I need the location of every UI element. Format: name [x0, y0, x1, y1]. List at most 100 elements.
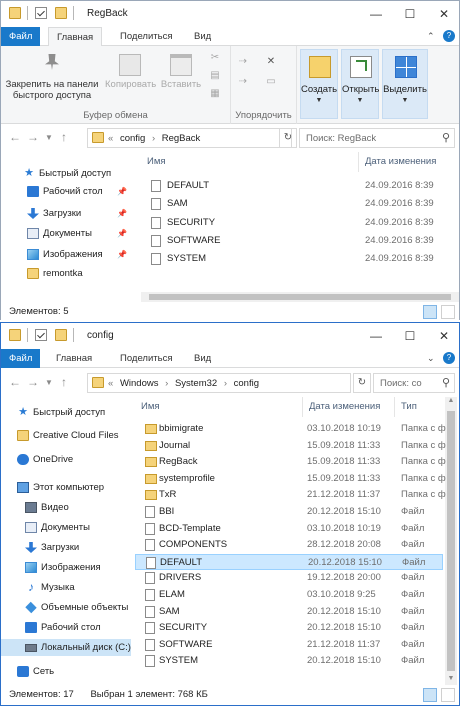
details-view-icon[interactable] [423, 688, 437, 702]
tab-view[interactable]: Вид [186, 27, 219, 46]
tab-home[interactable]: Главная [48, 349, 100, 368]
address-bar[interactable]: « config › RegBack [87, 128, 292, 148]
tab-file[interactable]: Файл [1, 27, 41, 46]
file-row[interactable]: Journal 15.09.2018 11:33 Папка с ф [135, 438, 446, 454]
nav-item[interactable]: Загрузки 📌 [1, 205, 131, 222]
minimize-button[interactable]: — [359, 323, 393, 349]
pin-quick-access-button[interactable]: Закрепить на панели быстрого доступа [5, 54, 99, 101]
tab-view[interactable]: Вид [186, 349, 219, 368]
help-icon[interactable]: ? [443, 30, 455, 42]
nav-item[interactable]: ★ Быстрый доступ [1, 165, 131, 182]
file-row[interactable]: SECURITY 20.12.2018 15:10 Файл [135, 620, 443, 636]
vertical-scrollbar[interactable]: ▲ ▼ [445, 397, 457, 685]
close-button[interactable]: ✕ [427, 323, 459, 349]
file-row[interactable]: TxR 21.12.2018 11:37 Папка с ф [135, 487, 446, 503]
expand-ribbon-icon[interactable]: ⌄ [427, 353, 435, 364]
chevron-right-icon[interactable]: › [152, 133, 155, 144]
column-name[interactable]: Имя [135, 397, 303, 417]
minimize-button[interactable]: — [359, 1, 393, 27]
properties-icon[interactable] [35, 7, 47, 19]
up-icon[interactable]: ↑ [61, 130, 67, 144]
breadcrumb-overflow[interactable]: « [108, 133, 113, 144]
scroll-up-icon[interactable]: ▲ [445, 397, 457, 404]
column-date[interactable]: Дата изменения [303, 397, 395, 417]
pin-icon[interactable]: 📌 [117, 225, 127, 242]
horizontal-scrollbar[interactable] [141, 292, 459, 302]
refresh-icon[interactable]: ↻ [353, 373, 371, 393]
nav-item[interactable]: ★ Быстрый доступ [1, 404, 131, 421]
chevron-right-icon[interactable]: › [165, 378, 168, 389]
nav-item[interactable]: Объемные объекты [1, 599, 131, 616]
create-button[interactable]: Создать ▼ [300, 49, 338, 119]
file-row[interactable]: RegBack 15.09.2018 11:33 Папка с ф [135, 454, 446, 470]
open-button[interactable]: Открыть ▼ [341, 49, 379, 119]
column-name[interactable]: Имя [141, 152, 359, 172]
nav-item[interactable]: Creative Cloud Files [1, 427, 131, 444]
help-icon[interactable]: ? [443, 352, 455, 364]
breadcrumb-config[interactable]: config [120, 133, 145, 144]
nav-item[interactable]: Документы 📌 [1, 225, 131, 242]
file-row[interactable]: bbimigrate 03.10.2018 10:19 Папка с ф [135, 421, 446, 437]
file-row[interactable]: BBI 20.12.2018 15:10 Файл [135, 504, 443, 520]
collapse-ribbon-icon[interactable]: ⌃ [427, 31, 435, 42]
breadcrumb-config[interactable]: config [234, 378, 259, 389]
properties-icon[interactable] [35, 329, 47, 341]
tab-file[interactable]: Файл [1, 349, 41, 368]
file-row[interactable]: DEFAULT 20.12.2018 15:10 Файл [135, 553, 443, 570]
file-row[interactable]: DRIVERS 19.12.2018 20:00 Файл [135, 570, 443, 586]
select-button[interactable]: Выделить ▼ [382, 49, 428, 119]
nav-item[interactable]: OneDrive [1, 451, 131, 468]
file-row[interactable]: BCD-Template 03.10.2018 10:19 Файл [135, 521, 443, 537]
copy-to-icon[interactable]: ⇢ [237, 76, 249, 88]
tab-home[interactable]: Главная [48, 27, 103, 47]
breadcrumb-system32[interactable]: System32 [175, 378, 217, 389]
cut-icon[interactable]: ✂ [209, 52, 221, 64]
pin-icon[interactable]: 📌 [117, 205, 127, 222]
breadcrumb-windows[interactable]: Windows [120, 378, 159, 389]
breadcrumb-regback[interactable]: RegBack [162, 133, 201, 144]
nav-item[interactable]: Сеть [1, 663, 131, 680]
recent-chevron-icon[interactable]: ▼ [45, 133, 53, 142]
file-row[interactable]: SOFTWARE 21.12.2018 11:37 Файл [135, 637, 443, 653]
file-row[interactable]: ELAM 03.10.2018 9:25 Файл [135, 587, 443, 603]
nav-item[interactable]: Изображения 📌 [1, 246, 131, 263]
nav-item[interactable]: Документы [1, 519, 131, 536]
file-row[interactable]: systemprofile 15.09.2018 11:33 Папка с ф [135, 471, 446, 487]
forward-icon[interactable]: → [27, 375, 39, 389]
scrollbar-thumb[interactable] [149, 294, 451, 300]
column-date[interactable]: Дата изменения [359, 152, 459, 172]
maximize-button[interactable]: ☐ [393, 323, 427, 349]
file-row[interactable]: SYSTEM 24.09.2016 8:39 [141, 251, 451, 267]
scroll-down-icon[interactable]: ▼ [445, 675, 457, 682]
scrollbar-thumb[interactable] [447, 411, 455, 671]
address-bar[interactable]: « Windows › System32 › config [87, 373, 351, 393]
tab-share[interactable]: Поделиться [112, 349, 180, 368]
nav-item[interactable]: Этот компьютер [1, 479, 131, 496]
copy-path-icon[interactable]: ▤ [209, 70, 221, 82]
maximize-button[interactable]: ☐ [393, 1, 427, 27]
breadcrumb-overflow[interactable]: « [108, 378, 113, 389]
tab-share[interactable]: Поделиться [112, 27, 180, 46]
file-row[interactable]: SYSTEM 20.12.2018 15:10 Файл [135, 653, 443, 669]
search-input[interactable]: Поиск: RegBack ⚲ [299, 128, 455, 148]
large-icons-view-icon[interactable] [441, 688, 455, 702]
search-input[interactable]: Поиск: co ⚲ [373, 373, 455, 393]
move-to-icon[interactable]: ⇢ [237, 56, 249, 68]
details-view-icon[interactable] [423, 305, 437, 319]
column-type[interactable]: Тип [395, 397, 447, 417]
nav-item[interactable]: Рабочий стол 📌 [1, 183, 131, 200]
new-folder-icon[interactable] [55, 329, 67, 341]
nav-item[interactable]: Загрузки [1, 539, 131, 556]
file-row[interactable]: SAM 24.09.2016 8:39 [141, 196, 451, 212]
copy-button[interactable]: Копировать [105, 54, 156, 90]
delete-icon[interactable]: ✕ [265, 56, 277, 68]
pin-icon[interactable]: 📌 [117, 246, 127, 263]
nav-item[interactable]: Локальный диск (C:) [1, 639, 131, 656]
pin-icon[interactable]: 📌 [117, 183, 127, 200]
paste-button[interactable]: Вставить [159, 54, 203, 90]
nav-item[interactable]: remontka [1, 265, 131, 282]
chevron-right-icon[interactable]: › [224, 378, 227, 389]
file-row[interactable]: COMPONENTS 28.12.2018 20:08 Файл [135, 537, 443, 553]
rename-icon[interactable]: ▭ [265, 76, 277, 88]
new-folder-icon[interactable] [55, 7, 67, 19]
